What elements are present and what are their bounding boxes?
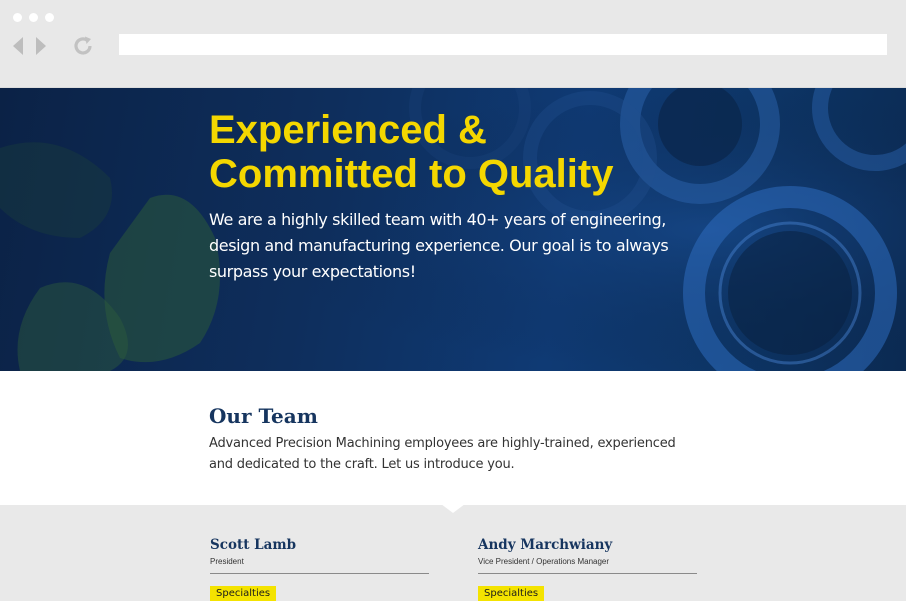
member-role: President (210, 557, 244, 566)
specialties-tab[interactable]: Specialties (210, 586, 277, 601)
window-dot-maximize[interactable] (45, 13, 54, 22)
forward-arrow-icon[interactable] (32, 36, 50, 56)
section-notch (441, 504, 465, 513)
member-name: Andy Marchwiany (478, 537, 613, 553)
member-name: Scott Lamb (210, 537, 297, 553)
specialties-tab[interactable]: Specialties (478, 586, 545, 601)
window-dot-minimize[interactable] (29, 13, 38, 22)
team-heading: Our Team (209, 404, 318, 428)
hero-title: Experienced & Committed to Quality (209, 108, 709, 196)
reload-icon[interactable] (72, 35, 94, 57)
hero-title-line-1: Experienced & (209, 108, 487, 152)
member-divider (210, 573, 429, 574)
hero-title-line-2: Committed to Quality (209, 152, 614, 196)
hero-description: We are a highly skilled team with 40+ ye… (209, 210, 669, 281)
hero-banner: Experienced & Committed to Quality We ar… (0, 88, 906, 371)
window-dot-close[interactable] (13, 13, 22, 22)
team-member-card: Scott Lamb President Specialties (210, 537, 429, 601)
browser-chrome (0, 0, 906, 88)
member-divider (478, 573, 697, 574)
team-member-card: Andy Marchwiany Vice President / Operati… (478, 537, 697, 601)
team-members-section: Scott Lamb President Specialties Andy Ma… (0, 504, 906, 601)
member-role: Vice President / Operations Manager (478, 557, 610, 566)
address-bar[interactable] (119, 34, 887, 55)
team-description: Advanced Precision Machining employees a… (209, 436, 676, 472)
back-arrow-icon[interactable] (11, 36, 29, 56)
